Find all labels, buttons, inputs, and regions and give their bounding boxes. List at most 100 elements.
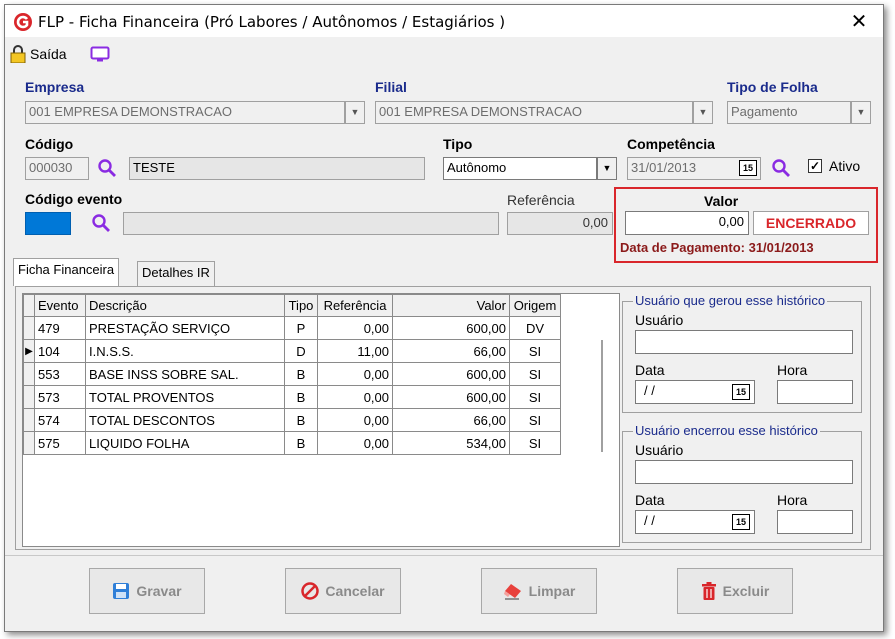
cell-tipo: B [284, 431, 318, 455]
encerrou-usuario-input[interactable] [635, 460, 853, 484]
limpar-button[interactable]: Limpar [481, 568, 597, 614]
cell-tipo: B [284, 362, 318, 386]
toolbar: Saída [10, 43, 120, 65]
close-button[interactable]: ✕ [847, 9, 871, 33]
col-evento-header[interactable]: Evento [34, 294, 86, 317]
window-title: FLP - Ficha Financeira (Pró Labores / Au… [38, 13, 506, 31]
encerrou-hora-input[interactable] [777, 510, 853, 534]
cell-valor: 66,00 [392, 339, 510, 363]
encerrou-calendar-icon[interactable]: 15 [732, 514, 750, 530]
col-referencia-header[interactable]: Referência [317, 294, 393, 317]
empresa-select[interactable]: 001 EMPRESA DEMONSTRACAO [25, 101, 345, 124]
excluir-button[interactable]: Excluir [677, 568, 793, 614]
cell-evento: 553 [34, 362, 86, 386]
tab-detalhes-ir[interactable]: Detalhes IR [137, 261, 215, 286]
tipo-folha-dropdown-button[interactable]: ▼ [851, 101, 871, 124]
col-descricao-header[interactable]: Descrição [85, 294, 285, 317]
tipo-dropdown-button[interactable]: ▼ [597, 157, 617, 180]
grid-scrollbar[interactable] [601, 340, 603, 452]
col-valor-header[interactable]: Valor [392, 294, 510, 317]
cell-valor: 600,00 [392, 362, 510, 386]
tipo-folha-label: Tipo de Folha [727, 79, 818, 95]
cell-tipo: D [284, 339, 318, 363]
competencia-label: Competência [627, 136, 715, 152]
tab-ficha-financeira[interactable]: Ficha Financeira [13, 258, 120, 286]
data-pagamento-text: Data de Pagamento: 31/01/2013 [620, 240, 814, 255]
codigo-nome-field: TESTE [129, 157, 425, 180]
cell-referencia: 0,00 [317, 431, 393, 455]
empresa-label: Empresa [25, 79, 85, 95]
main-window: FLP - Ficha Financeira (Pró Labores / Au… [4, 4, 884, 632]
monitor-icon[interactable] [90, 46, 110, 63]
current-row-indicator-icon: ▶ [23, 339, 35, 363]
row-indicator [23, 385, 35, 409]
exit-label[interactable]: Saída [30, 46, 67, 62]
cell-referencia: 11,00 [317, 339, 393, 363]
table-row[interactable]: 553 BASE INSS SOBRE SAL. B 0,00 600,00 S… [23, 362, 561, 386]
gravar-label: Gravar [136, 583, 182, 599]
referencia-label: Referência [507, 192, 575, 208]
col-origem-header[interactable]: Origem [509, 294, 561, 317]
cell-descricao: PRESTAÇÃO SERVIÇO [85, 316, 285, 340]
excluir-label: Excluir [722, 583, 770, 599]
cell-origem: SI [509, 431, 561, 455]
gravar-button[interactable]: Gravar [89, 568, 205, 614]
codigo-evento-search-icon[interactable] [91, 213, 111, 233]
tipo-select[interactable]: Autônomo [443, 157, 597, 180]
table-row[interactable]: ▶ 104 I.N.S.S. D 11,00 66,00 SI [23, 339, 561, 363]
cell-valor: 600,00 [392, 316, 510, 340]
empresa-dropdown-button[interactable]: ▼ [345, 101, 365, 124]
cell-evento: 573 [34, 385, 86, 409]
table-row[interactable]: 574 TOTAL DESCONTOS B 0,00 66,00 SI [23, 408, 561, 432]
filial-select[interactable]: 001 EMPRESA DEMONSTRACAO [375, 101, 693, 124]
limpar-label: Limpar [528, 583, 576, 599]
codigo-evento-label: Código evento [25, 191, 123, 207]
referencia-input[interactable]: 0,00 [507, 212, 613, 235]
competencia-search-icon[interactable] [771, 158, 791, 178]
cell-origem: DV [509, 316, 561, 340]
cell-tipo: P [284, 316, 318, 340]
codigo-search-icon[interactable] [97, 158, 117, 178]
valor-highlight-box: Valor 0,00 ENCERRADO Data de Pagamento: … [614, 187, 878, 263]
row-indicator [23, 316, 35, 340]
gerou-usuario-input[interactable] [635, 330, 853, 354]
gerou-title: Usuário que gerou esse histórico [633, 293, 828, 308]
title-bar: FLP - Ficha Financeira (Pró Labores / Au… [5, 5, 883, 37]
cell-descricao: TOTAL DESCONTOS [85, 408, 285, 432]
codigo-evento-input[interactable] [25, 212, 71, 235]
gerou-groupbox: Usuário que gerou esse histórico Usuário… [622, 293, 862, 413]
cancel-icon [301, 582, 320, 600]
save-icon [113, 583, 130, 599]
ativo-checkbox[interactable]: ✓ [808, 159, 822, 173]
cancelar-button[interactable]: Cancelar [285, 568, 401, 614]
filial-label: Filial [375, 79, 407, 95]
valor-input[interactable]: 0,00 [625, 211, 749, 235]
cell-tipo: B [284, 408, 318, 432]
eventos-grid: Evento Descrição Tipo Referência Valor O… [22, 293, 620, 547]
gerou-hora-input[interactable] [777, 380, 853, 404]
gerou-calendar-icon[interactable]: 15 [732, 384, 750, 400]
cell-valor: 66,00 [392, 408, 510, 432]
competencia-calendar-icon[interactable]: 15 [739, 160, 757, 176]
cell-descricao: LIQUIDO FOLHA [85, 431, 285, 455]
row-indicator [23, 362, 35, 386]
codigo-input[interactable]: 000030 [25, 157, 89, 180]
cell-valor: 534,00 [392, 431, 510, 455]
filial-dropdown-button[interactable]: ▼ [693, 101, 713, 124]
lock-icon[interactable] [10, 45, 26, 63]
ativo-label: Ativo [829, 158, 861, 174]
codigo-label: Código [25, 136, 74, 152]
cell-referencia: 0,00 [317, 385, 393, 409]
col-tipo-header[interactable]: Tipo [284, 294, 318, 317]
footer-divider [5, 555, 883, 556]
cell-origem: SI [509, 408, 561, 432]
tipo-folha-select[interactable]: Pagamento [727, 101, 851, 124]
eraser-icon [503, 584, 521, 600]
table-row[interactable]: 575 LIQUIDO FOLHA B 0,00 534,00 SI [23, 431, 561, 455]
encerrou-groupbox: Usuário encerrou esse histórico Usuário … [622, 423, 862, 543]
cell-tipo: B [284, 385, 318, 409]
cell-descricao: I.N.S.S. [85, 339, 285, 363]
table-row[interactable]: 479 PRESTAÇÃO SERVIÇO P 0,00 600,00 DV [23, 316, 561, 340]
cell-referencia: 0,00 [317, 316, 393, 340]
table-row[interactable]: 573 TOTAL PROVENTOS B 0,00 600,00 SI [23, 385, 561, 409]
